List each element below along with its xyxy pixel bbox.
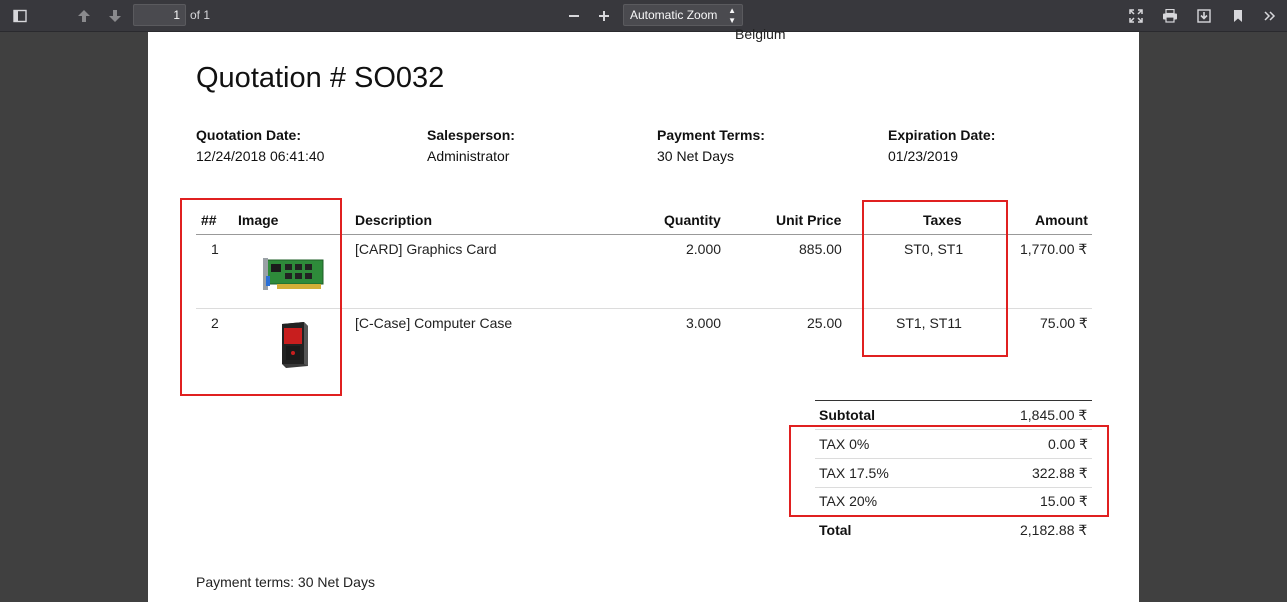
download-icon[interactable] — [1192, 4, 1216, 28]
info-value: 12/24/2018 06:41:40 — [196, 148, 325, 164]
zoom-value: Automatic Zoom — [630, 8, 718, 22]
info-label: Payment Terms: — [657, 127, 765, 143]
info-value: 01/23/2019 — [888, 148, 959, 164]
zoom-select[interactable]: Automatic Zoom ▲ ▼ — [623, 4, 743, 26]
tools-menu-icon[interactable] — [1258, 4, 1282, 28]
info-label: Salesperson: — [427, 127, 515, 143]
col-header-quantity: Quantity — [664, 212, 721, 228]
col-header-description: Description — [355, 212, 433, 228]
previous-page-icon[interactable] — [72, 4, 96, 28]
highlight-tax-rows — [789, 425, 1109, 517]
highlight-image-column — [180, 198, 342, 396]
row-quantity: 2.000 — [686, 241, 722, 257]
pdf-toolbar: 1 of 1 Automatic Zoom ▲ ▼ — [0, 0, 1287, 32]
info-label: Quotation Date: — [196, 127, 301, 143]
page-title: Quotation # SO032 — [196, 62, 445, 94]
info-label: Expiration Date: — [888, 127, 996, 143]
payment-terms-note: Payment terms: 30 Net Days — [196, 574, 375, 590]
info-quotation-date: Quotation Date: 12/24/2018 06:41:40 — [196, 127, 324, 164]
totals-label: Total — [819, 522, 852, 538]
totals-value: 1,845.00 ₹ — [1020, 407, 1088, 423]
zoom-out-icon[interactable] — [562, 4, 586, 28]
address-country: Belgium — [735, 26, 786, 42]
presentation-mode-icon[interactable] — [1124, 4, 1148, 28]
col-header-unit-price: Unit Price — [776, 212, 842, 228]
page-count: of 1 — [190, 8, 211, 22]
info-salesperson: Salesperson: Administrator — [427, 127, 515, 164]
col-header-amount: Amount — [1035, 212, 1088, 228]
next-page-icon[interactable] — [103, 4, 127, 28]
info-payment-terms: Payment Terms: 30 Net Days — [657, 127, 765, 164]
bookmark-icon[interactable] — [1226, 4, 1250, 28]
zoom-in-icon[interactable] — [592, 4, 616, 28]
info-value: Administrator — [427, 148, 510, 164]
print-icon[interactable] — [1158, 4, 1182, 28]
row-description: [CARD] Graphics Card — [355, 241, 497, 257]
row-description: [C-Case] Computer Case — [355, 315, 513, 331]
info-value: 30 Net Days — [657, 148, 735, 164]
page-number-input[interactable]: 1 — [133, 4, 186, 26]
sidebar-toggle-icon[interactable] — [8, 4, 32, 28]
highlight-taxes-column — [862, 200, 1008, 357]
pdf-page: Belgium Quotation # SO032 Quotation Date… — [148, 26, 1139, 602]
row-amount: 1,770.00 ₹ — [1020, 241, 1088, 257]
totals-value: 2,182.88 ₹ — [1020, 522, 1088, 538]
row-amount: 75.00 ₹ — [1040, 315, 1088, 331]
row-quantity: 3.000 — [686, 315, 722, 331]
select-arrows-icon: ▲ ▼ — [728, 6, 736, 25]
info-expiration-date: Expiration Date: 01/23/2019 — [888, 127, 995, 164]
row-unit-price: 885.00 — [799, 241, 842, 257]
row-unit-price: 25.00 — [807, 315, 843, 331]
totals-label: Subtotal — [819, 407, 875, 423]
totals-divider — [815, 400, 1092, 401]
